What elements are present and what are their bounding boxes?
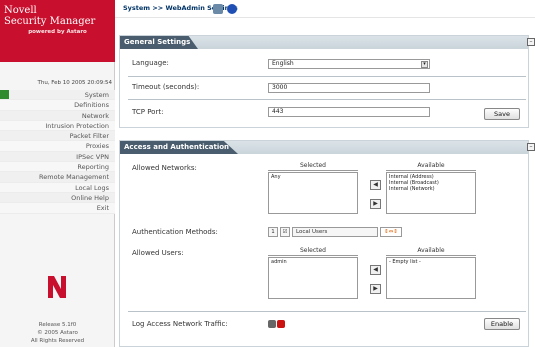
log-traffic-label: Log Access Network Traffic:: [132, 320, 228, 328]
brand-line1: Novell: [4, 5, 37, 16]
sidebar-item-reporting[interactable]: Reporting: [0, 162, 115, 173]
users-available-list[interactable]: - Empty list -: [386, 257, 476, 299]
auth-index: 1: [268, 227, 278, 237]
save-button[interactable]: Save: [484, 108, 520, 120]
port-label: TCP Port:: [132, 108, 164, 116]
toggle-off-icon[interactable]: [268, 320, 276, 328]
sidebar-item-network[interactable]: Network: [0, 110, 115, 121]
sidebar-item-intrusion-protection[interactable]: Intrusion Protection: [0, 120, 115, 132]
reorder-arrows-icon[interactable]: ⇕⇔⇕: [380, 227, 402, 237]
sidebar-item-definitions[interactable]: Definitions: [0, 100, 115, 111]
users-label: Allowed Users:: [132, 249, 184, 257]
language-value: English: [272, 60, 294, 67]
print-icon[interactable]: [213, 4, 223, 14]
sidebar-item-local-logs[interactable]: Local Logs: [0, 182, 115, 193]
breadcrumb-root[interactable]: System: [123, 4, 150, 12]
sidebar-item-remote-management[interactable]: Remote Management: [0, 172, 115, 183]
divider: [128, 99, 526, 100]
collapse-icon[interactable]: –: [527, 143, 535, 151]
release-info: Release 5.1f0 © 2005 Astaro All Rights R…: [0, 321, 115, 345]
sidebar-item-ipsec-vpn[interactable]: IPSec VPN: [0, 151, 115, 163]
sidebar-item-proxies[interactable]: Proxies: [0, 141, 115, 152]
language-select[interactable]: English ▾: [268, 59, 430, 69]
enable-button[interactable]: Enable: [484, 318, 520, 330]
release-version: Release 5.1f0: [38, 322, 77, 328]
general-settings-title: General Settings: [120, 36, 198, 49]
collapse-icon[interactable]: –: [527, 38, 535, 46]
list-item[interactable]: - Empty list -: [389, 259, 473, 265]
sidebar-nav: System Definitions Network Intrusion Protec…: [0, 90, 115, 214]
list-item[interactable]: admin: [271, 259, 355, 265]
language-label: Language:: [132, 59, 169, 67]
networks-available-header: Available: [386, 162, 476, 171]
sidebar-item-exit[interactable]: Exit: [0, 203, 115, 214]
users-selected-list[interactable]: admin: [268, 257, 358, 299]
list-item[interactable]: Any: [271, 174, 355, 180]
help-icon[interactable]: [227, 4, 237, 14]
access-auth-panel: Access and Authentication – Allowed Netw…: [119, 140, 535, 347]
access-auth-title: Access and Authentication: [120, 141, 238, 154]
users-selected-header: Selected: [268, 247, 358, 256]
general-settings-panel: General Settings – Language: English ▾ T…: [119, 35, 535, 128]
status-indicator-icon: [277, 320, 285, 328]
users-available-header: Available: [386, 247, 476, 256]
top-bar: System >> WebAdmin Settings: [115, 0, 535, 18]
brand-logo: Novell Security Manager powered by Astar…: [0, 0, 115, 62]
release-rights: All Rights Reserved: [30, 338, 85, 344]
move-left-button[interactable]: ◀: [370, 265, 381, 275]
move-right-button[interactable]: ▶: [370, 284, 381, 294]
novell-n-icon: [48, 276, 66, 298]
divider: [128, 311, 526, 312]
access-auth-header: Access and Authentication –: [120, 141, 535, 154]
sidebar-item-system[interactable]: System: [0, 90, 115, 101]
networks-available-list[interactable]: Internal (Address) Internal (Broadcast) …: [386, 172, 476, 214]
move-right-button[interactable]: ▶: [370, 199, 381, 209]
move-left-button[interactable]: ◀: [370, 180, 381, 190]
brand-line2: Security Manager: [4, 16, 96, 27]
auth-method-label: Local Users: [292, 227, 378, 237]
breadcrumb-separator: >>: [152, 4, 164, 12]
datetime-display: Thu, Feb 10 2005 20:09:54: [37, 80, 112, 86]
networks-label: Allowed Networks:: [132, 164, 197, 172]
timeout-label: Timeout (seconds):: [132, 83, 200, 91]
list-item[interactable]: Internal (Network): [389, 186, 473, 192]
main-content: General Settings – Language: English ▾ T…: [115, 18, 535, 347]
networks-selected-header: Selected: [268, 162, 358, 171]
port-input[interactable]: 443: [268, 107, 430, 117]
auth-methods-label: Authentication Methods:: [132, 228, 218, 236]
divider: [128, 76, 526, 77]
auth-checkbox[interactable]: ☑: [280, 227, 290, 237]
networks-selected-list[interactable]: Any: [268, 172, 358, 214]
sidebar-item-online-help[interactable]: Online Help: [0, 192, 115, 204]
sidebar: Novell Security Manager powered by Astar…: [0, 0, 115, 347]
general-settings-header: General Settings –: [120, 36, 535, 49]
sidebar-item-packet-filter[interactable]: Packet Filter: [0, 131, 115, 142]
chevron-down-icon: ▾: [421, 61, 428, 68]
brand-powered: powered by Astaro: [28, 29, 87, 35]
timeout-input[interactable]: 3000: [268, 83, 430, 93]
release-copyright: © 2005 Astaro: [37, 330, 78, 336]
